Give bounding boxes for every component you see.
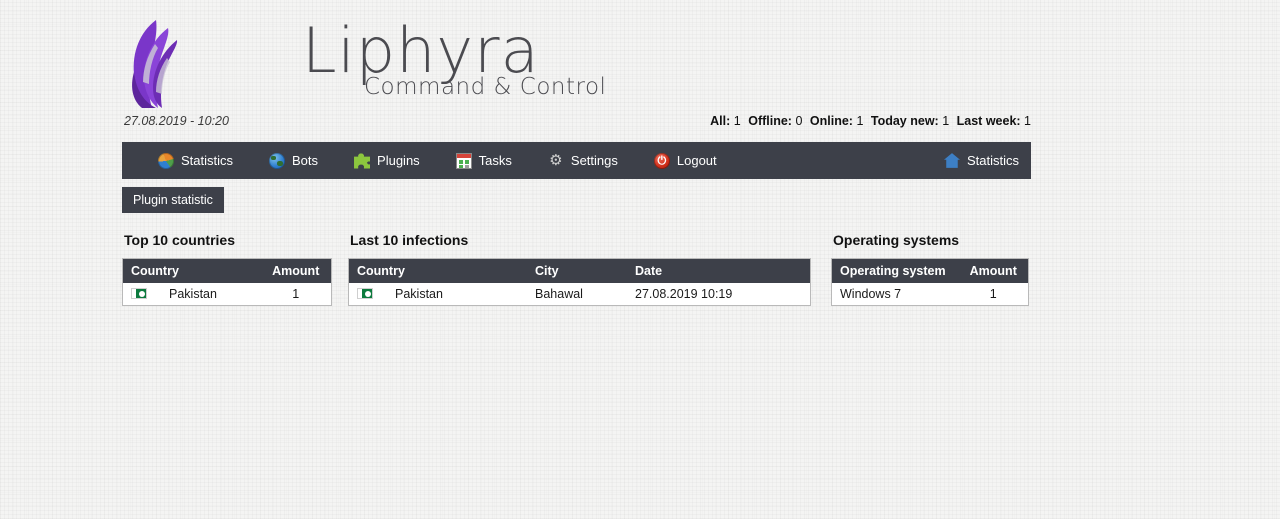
nav-item-plugins[interactable]: Plugins — [354, 142, 420, 179]
flag-pakistan-icon — [357, 288, 373, 299]
column-header-country[interactable]: Country — [122, 258, 261, 283]
brand-tagline: Command & Control — [364, 74, 607, 100]
nav-items-left: Statistics Bots Plugins Tasks ⚙ Settings… — [122, 142, 753, 179]
table-last-infections: Country City Date Pakistan Bahawal 27.08… — [348, 258, 811, 306]
column-header-operating-system[interactable]: Operating system — [831, 258, 959, 283]
column-header-amount[interactable]: Amount — [958, 258, 1029, 283]
infection-date-cell: 27.08.2019 10:19 — [627, 283, 810, 306]
column-header-date[interactable]: Date — [627, 258, 810, 283]
nav-item-tasks[interactable]: Tasks — [455, 142, 512, 179]
counter-all: All: 1 — [710, 114, 741, 128]
infection-flag-cell — [348, 283, 387, 306]
counter-offline: Offline: 0 — [748, 114, 803, 128]
country-name-cell: Pakistan — [161, 283, 261, 306]
table-header-row: Country City Date — [348, 258, 810, 283]
column-header-country[interactable]: Country — [348, 258, 527, 283]
counter-last-week: Last week: 1 — [956, 114, 1031, 128]
panel-top-countries: Top 10 countries Country Amount Pakistan… — [122, 232, 332, 306]
column-header-city[interactable]: City — [527, 258, 627, 283]
nav-item-logout[interactable]: ⏻ Logout — [653, 142, 717, 179]
table-top-countries: Country Amount Pakistan 1 — [122, 258, 332, 306]
nav-item-bots[interactable]: Bots — [269, 142, 318, 179]
nav-label-statistics-home: Statistics — [966, 153, 1019, 168]
table-operating-systems: Operating system Amount Windows 7 1 — [831, 258, 1029, 306]
panel-last-infections: Last 10 infections Country City Date Pak… — [348, 232, 811, 306]
puzzle-piece-icon — [354, 153, 371, 169]
brand-name: Liphyra — [302, 14, 540, 87]
app-root: Liphyra Command & Control 27.08.2019 - 1… — [0, 0, 1280, 519]
nav-label-tasks: Tasks — [478, 153, 512, 168]
panel-title-last-infections: Last 10 infections — [350, 232, 469, 248]
main-navigation: Statistics Bots Plugins Tasks ⚙ Settings… — [122, 142, 1031, 179]
nav-label-plugins: Plugins — [377, 153, 420, 168]
table-header-row: Country Amount — [122, 258, 331, 283]
bot-counters: All: 1 Offline: 0 Online: 1 Today new: 1… — [710, 114, 1031, 128]
nav-label-settings: Settings — [570, 153, 618, 168]
table-row[interactable]: Pakistan 1 — [122, 283, 331, 306]
calendar-icon — [455, 152, 472, 169]
counter-today-new: Today new: 1 — [870, 114, 950, 128]
infection-country-cell: Pakistan — [387, 283, 527, 306]
nav-label-bots: Bots — [292, 153, 319, 168]
country-flag-cell — [122, 283, 161, 306]
nav-items-right: Statistics — [943, 142, 1019, 179]
brand-wordmark: Liphyra Command & Control — [184, 12, 607, 108]
globe-icon — [269, 152, 286, 169]
column-header-amount[interactable]: Amount — [261, 258, 331, 283]
table-row[interactable]: Pakistan Bahawal 27.08.2019 10:19 — [348, 283, 810, 306]
os-name-cell: Windows 7 — [831, 283, 959, 306]
country-amount-cell: 1 — [261, 283, 331, 306]
nav-item-statistics[interactable]: Statistics — [158, 142, 233, 179]
home-icon — [943, 153, 960, 168]
nav-label-statistics: Statistics — [181, 153, 234, 168]
tab-plugin-statistic-label: Plugin statistic — [133, 193, 213, 207]
pie-chart-icon — [158, 152, 174, 169]
nav-label-logout: Logout — [676, 153, 717, 168]
wing-icon — [132, 20, 178, 108]
panel-title-operating-systems: Operating systems — [833, 232, 960, 248]
table-row[interactable]: Windows 7 1 — [831, 283, 1029, 306]
os-amount-cell: 1 — [958, 283, 1029, 306]
panel-title-top-countries: Top 10 countries — [124, 232, 235, 248]
table-header-row: Operating system Amount — [831, 258, 1029, 283]
current-datetime: 27.08.2019 - 10:20 — [124, 114, 229, 128]
nav-item-settings[interactable]: ⚙ Settings — [548, 142, 618, 179]
tab-plugin-statistic[interactable]: Plugin statistic — [122, 187, 224, 213]
gear-icon: ⚙ — [549, 151, 563, 169]
panel-operating-systems: Operating systems Operating system Amoun… — [831, 232, 1029, 306]
flag-pakistan-icon — [131, 288, 147, 299]
infection-city-cell: Bahawal — [527, 283, 627, 306]
power-icon: ⏻ — [653, 152, 670, 169]
counter-online: Online: 1 — [809, 114, 864, 128]
nav-item-statistics-home[interactable]: Statistics — [943, 142, 1019, 179]
